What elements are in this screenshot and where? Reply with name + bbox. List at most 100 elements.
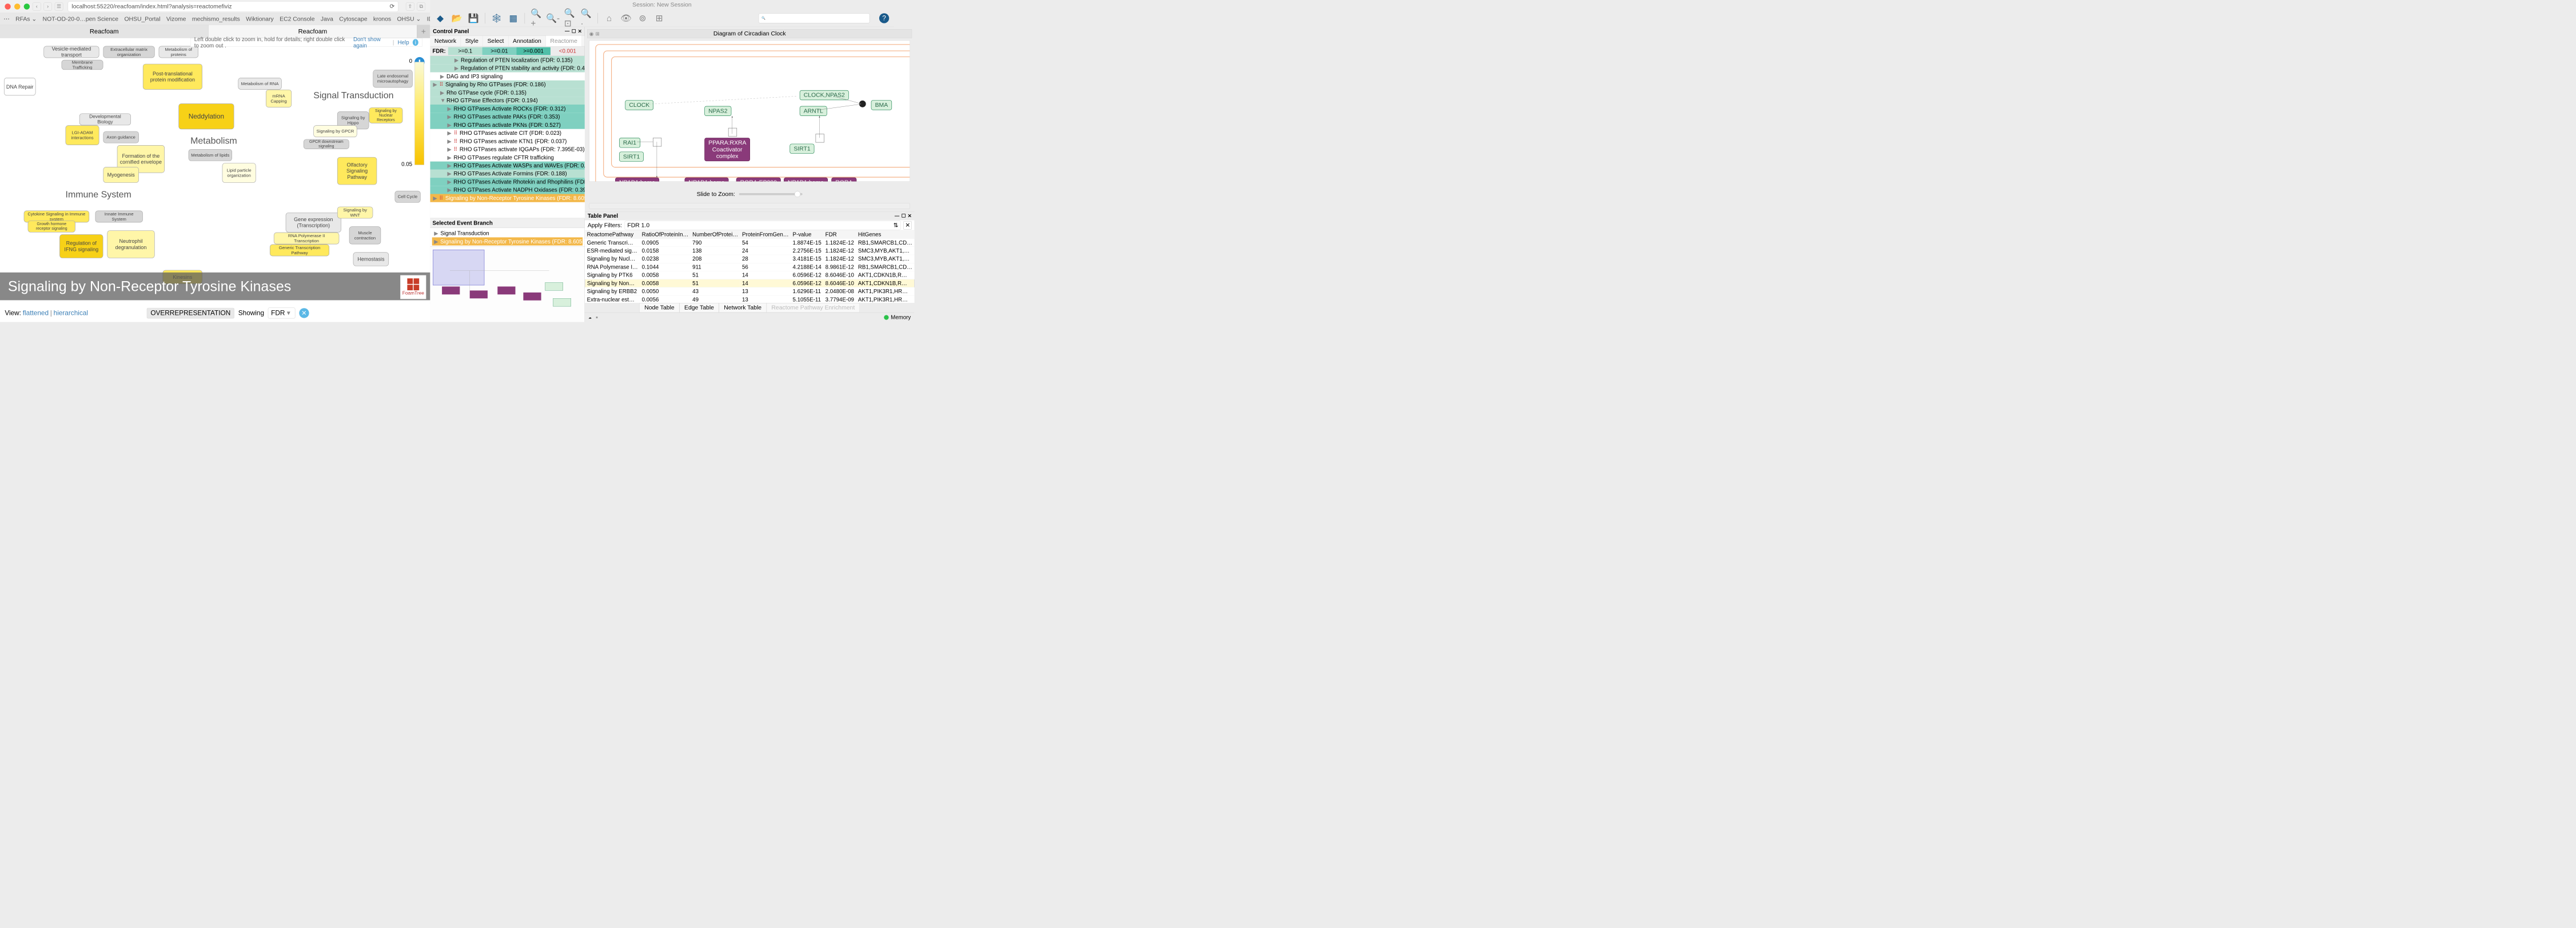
node-sirt1a[interactable]: SIRT1 <box>619 151 644 161</box>
float-icon[interactable]: ☐ <box>572 29 576 34</box>
cell[interactable]: Metabolism of proteins <box>159 46 198 58</box>
help-button[interactable]: ? <box>879 13 889 23</box>
zoom-fit-icon[interactable]: 🔍⊡ <box>564 13 575 23</box>
import-table-icon[interactable]: ▦ <box>508 13 519 23</box>
table-row[interactable]: Signaling by PTK60.005851146.0596E-128.6… <box>585 271 914 279</box>
region-signal-transduction[interactable]: Signal Transduction <box>313 90 393 101</box>
cell[interactable]: mRNA Capping <box>266 90 292 107</box>
tree-item[interactable]: ▶RHO GTPases Activate Formins (FDR: 0.18… <box>430 170 584 178</box>
new-network-icon[interactable]: ◆ <box>435 13 446 23</box>
node-npas2[interactable]: NPAS2 <box>704 106 731 116</box>
pathway-tree[interactable]: ▶Regulation of PTEN localization (FDR: 0… <box>430 56 584 218</box>
cell[interactable]: Extracellular matrix organization <box>103 46 154 58</box>
tree-item[interactable]: ▶RHO GTPases activate PAKs (FDR: 0.353) <box>430 113 584 121</box>
address-bar[interactable]: localhost:55220/reacfoam/index.html?anal… <box>68 1 398 12</box>
node-clock[interactable]: CLOCK <box>625 100 653 110</box>
bookmark-item[interactable]: NOT-OD-20-0…pen Science <box>43 15 118 22</box>
pin-icon[interactable]: ◉ <box>589 31 593 37</box>
info-icon[interactable]: i <box>413 39 418 46</box>
bookmark-item[interactable]: Wiktionary <box>246 15 274 22</box>
cell[interactable]: Growth hormone receptor signaling <box>28 221 75 233</box>
list-icon[interactable]: ≡ <box>596 315 597 319</box>
save-icon[interactable]: 💾 <box>468 13 479 23</box>
region-metabolism[interactable]: Metabolism <box>190 135 237 146</box>
tree-item[interactable]: ▶DAG and IP3 signaling <box>430 72 584 80</box>
layout-icon[interactable]: ⊞ <box>654 13 665 23</box>
zoom-slider[interactable] <box>739 193 803 195</box>
home-icon[interactable]: ⌂ <box>604 13 615 23</box>
search-input[interactable]: 🔍 <box>759 13 870 23</box>
tab-reactome[interactable]: Reactome <box>546 35 582 46</box>
seb-item[interactable]: ▶Signaling by Non-Receptor Tyrosine Kina… <box>432 237 583 245</box>
clear-button[interactable]: ✕ <box>299 308 309 318</box>
tab-node-table[interactable]: Node Table <box>640 303 680 313</box>
cell[interactable]: Vesicle-mediated transport <box>43 46 99 58</box>
diagram-thumbnail[interactable] <box>430 247 584 322</box>
cell[interactable]: GPCR downstream signaling <box>304 139 349 149</box>
bookmark-item[interactable]: Java <box>321 15 333 22</box>
tree-item[interactable]: ▼RHO GTPase Effectors (FDR: 0.194) <box>430 97 584 105</box>
tab-reactome-enrichment[interactable]: Reactome Pathway Enrichment <box>767 303 860 313</box>
cell[interactable]: DNA Repair <box>4 78 36 95</box>
zoom-out-icon[interactable]: 🔍- <box>548 13 559 23</box>
open-icon[interactable]: 📂 <box>452 13 462 23</box>
table-row[interactable]: ESR-mediated sig…0.0158138242.2756E-151.… <box>585 247 914 255</box>
col-header[interactable]: NumberOfProtei… <box>691 231 740 239</box>
attr-icon[interactable]: ⊚ <box>637 13 648 23</box>
tree-item[interactable]: ▶⠿RHO GTPases activate CIT (FDR: 0.023) <box>430 129 584 137</box>
node-clock-npas2[interactable]: CLOCK,NPAS2 <box>800 90 849 100</box>
table-row[interactable]: Extra-nuclear est…0.005649135.1055E-113.… <box>585 295 914 302</box>
node-sirt1b[interactable]: SIRT1 <box>789 144 814 154</box>
cell[interactable]: LGI-ADAM interactions <box>66 125 99 145</box>
cell[interactable]: RNA Polymerase II Transcription <box>274 233 340 245</box>
network-view[interactable]: CLOCK CLOCK,NPAS2 NPAS2 ARNTL BMA RAI1 S… <box>589 41 910 182</box>
tree-item[interactable]: ▶RHO GTPases regulate CFTR trafficking <box>430 153 584 161</box>
tree-item[interactable]: ▶⠿RHO GTPases activate KTN1 (FDR: 0.037) <box>430 137 584 145</box>
reaction-node[interactable] <box>728 128 737 137</box>
node-nr1d1-a[interactable]: NR1D1:heme <box>615 178 659 182</box>
show-hide-icon[interactable]: 👁 <box>620 13 631 23</box>
col-header[interactable]: HitGenes <box>856 231 914 239</box>
node-ppara[interactable]: PPARA:RXRA Coactivator complex <box>704 138 750 161</box>
reaction-node[interactable] <box>816 134 824 142</box>
tab-annotation[interactable]: Annotation <box>508 35 545 46</box>
bookmark-item[interactable]: mechismo_results <box>192 15 240 22</box>
tab-network[interactable]: Network <box>430 35 461 46</box>
cell[interactable]: Gene expression (Transcription) <box>286 213 341 233</box>
dont-show-link[interactable]: Don't show again <box>353 36 389 49</box>
zoom-window-button[interactable] <box>24 3 30 9</box>
cloud-icon[interactable]: ☁ <box>588 315 592 319</box>
tree-item[interactable]: ▶RHO GTPases Activate ROCKs (FDR: 0.312) <box>430 105 584 113</box>
tree-item[interactable]: ▶⠿RHO GTPases activate IQGAPs (FDR: 7.39… <box>430 145 584 153</box>
bookmark-item[interactable]: OHSU ⌄ <box>397 15 421 22</box>
node-bma[interactable]: BMA <box>871 100 892 110</box>
tree-item[interactable]: ▶Rho GTPase cycle (FDR: 0.135) <box>430 89 584 97</box>
flattened-link[interactable]: flattened <box>23 309 49 317</box>
cell[interactable]: Signaling by GPCR <box>313 125 357 137</box>
import-network-icon[interactable]: 🕸 <box>491 13 502 23</box>
node-nr1d1-b[interactable]: NR1D1:heme <box>684 178 728 182</box>
table-row[interactable]: Signaling by Nucl…0.0238208283.4181E-151… <box>585 255 914 263</box>
zoom-in-icon[interactable]: 🔍+ <box>531 13 542 23</box>
col-header[interactable]: ReactomePathway <box>585 231 640 239</box>
cell[interactable]: Regulation of IFNG signaling <box>59 234 103 258</box>
back-button[interactable]: ‹ <box>33 2 41 11</box>
tree-item[interactable]: ▶RHO GTPases Activate WASPs and WAVEs (F… <box>430 161 584 169</box>
hierarchical-link[interactable]: hierarchical <box>54 309 88 317</box>
cell[interactable]: Cell Cycle <box>395 191 421 203</box>
node-arntl[interactable]: ARNTL <box>800 106 827 116</box>
bookmark-item[interactable]: Vizome <box>166 15 186 22</box>
table-row[interactable]: Signaling by Non…0.005851146.0596E-128.6… <box>585 279 914 287</box>
dock-icon[interactable]: ⊞ <box>596 31 600 37</box>
close-icon[interactable]: ✕ <box>908 213 912 219</box>
reaction-node[interactable] <box>653 138 661 146</box>
table-row[interactable]: Generic Transcri…0.0905790541.8874E-151.… <box>585 239 914 247</box>
bookmarks-menu-icon[interactable]: ⋯ <box>3 15 9 22</box>
foamtree-logo[interactable]: FoamTree <box>400 275 426 299</box>
tree-item[interactable]: ▶Regulation of PTEN localization (FDR: 0… <box>430 56 584 64</box>
tree-item[interactable]: ▶⠿Signaling by Rho GTPases (FDR: 0.186) <box>430 81 584 89</box>
cell[interactable]: Generic Transcription Pathway <box>270 245 329 257</box>
col-header[interactable]: FDR <box>823 231 856 239</box>
cell[interactable]: Muscle contraction <box>349 226 381 244</box>
cell[interactable]: Olfactory Signaling Pathway <box>337 157 377 185</box>
